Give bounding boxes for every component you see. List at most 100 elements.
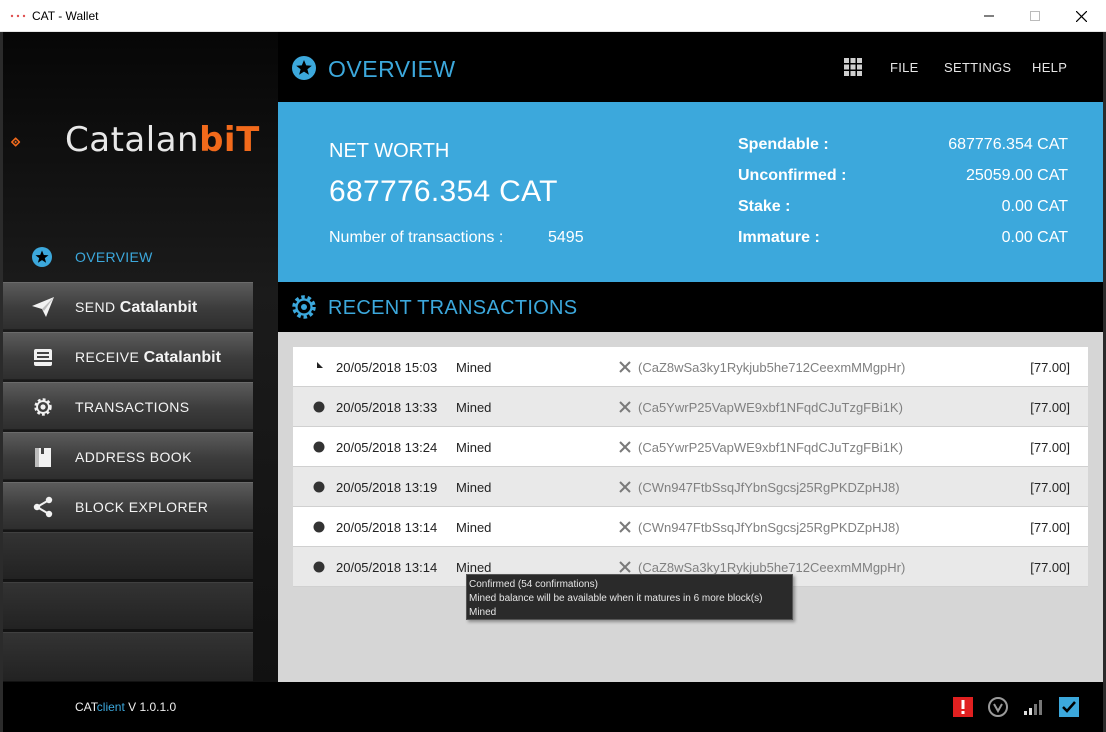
tx-date: 20/05/2018 13:33 xyxy=(336,400,438,415)
tx-date: 20/05/2018 15:03 xyxy=(336,360,438,375)
mined-tools-icon xyxy=(619,401,631,413)
table-row[interactable]: 20/05/2018 13:24 Mined (Ca5YwrP25VapWE9x… xyxy=(293,427,1088,467)
maximize-button[interactable] xyxy=(1012,0,1058,32)
tx-address: (Ca5YwrP25VapWE9xbf1NFqdCJuTzgFBi1K) xyxy=(638,440,903,455)
tx-type: Mined xyxy=(456,400,492,415)
header-bar: OVERVIEW FILE SETTINGS HELP xyxy=(278,32,1103,102)
gear-icon xyxy=(34,398,52,416)
tx-type: Mined xyxy=(456,440,492,455)
spendable-value: 687776.354 CAT xyxy=(948,136,1068,153)
table-row[interactable]: 20/05/2018 13:19 Mined (CWn947FtbSsqJfYb… xyxy=(293,467,1088,507)
pending-status-icon xyxy=(317,362,323,368)
sidebar-item-label: ADDRESS BOOK xyxy=(75,449,192,465)
gear-icon xyxy=(292,295,316,319)
tooltip-line: Mined balance will be available when it … xyxy=(469,593,763,604)
sync-check-icon[interactable] xyxy=(1058,696,1080,718)
recent-transactions-header: RECENT TRANSACTIONS xyxy=(278,282,1103,332)
sidebar-item-label: BLOCK EXPLORER xyxy=(75,499,209,515)
menu-settings[interactable]: SETTINGS xyxy=(944,60,1011,75)
menu-file[interactable]: FILE xyxy=(890,60,919,75)
sidebar-item-block-explorer[interactable]: BLOCK EXPLORER xyxy=(3,482,253,530)
confirmed-status-icon xyxy=(313,401,325,413)
transactions-area: 20/05/2018 15:03 Mined (CaZ8wSa3ky1Rykju… xyxy=(278,332,1103,682)
tx-date: 20/05/2018 13:19 xyxy=(336,480,438,495)
tx-amount: [77.00] xyxy=(1030,360,1070,375)
immature-value: 0.00 CAT xyxy=(1001,229,1068,246)
minimize-button[interactable] xyxy=(966,0,1012,32)
balance-summary-panel: NET WORTH 687776.354 CAT Number of trans… xyxy=(278,102,1103,282)
share-icon xyxy=(33,496,53,518)
app-icon xyxy=(10,14,26,18)
transaction-tooltip: Confirmed (54 confirmations) Mined balan… xyxy=(466,574,793,620)
table-row[interactable]: 20/05/2018 13:33 Mined (Ca5YwrP25VapWE9x… xyxy=(293,387,1088,427)
tx-address: (CaZ8wSa3ky1Rykjub5he712CeexmMMgpHr) xyxy=(638,360,906,375)
sidebar-item-send[interactable]: SEND Catalanbit xyxy=(3,282,253,330)
tx-date: 20/05/2018 13:14 xyxy=(336,520,438,535)
inbox-icon xyxy=(34,349,52,366)
tx-address: (Ca5YwrP25VapWE9xbf1NFqdCJuTzgFBi1K) xyxy=(638,400,903,415)
sidebar-empty-slot xyxy=(3,582,253,630)
spendable-label: Spendable : xyxy=(738,136,829,153)
tx-address: (CWn947FtbSsqJfYbnSgcsj25RgPKDZpHJ8) xyxy=(638,520,900,535)
maximize-icon xyxy=(1030,11,1040,21)
tx-amount: [77.00] xyxy=(1030,480,1070,495)
sidebar-item-address-book[interactable]: ADDRESS BOOK xyxy=(3,432,253,480)
tx-type: Mined xyxy=(456,480,492,495)
net-worth-value: 687776.354 CAT xyxy=(329,175,558,208)
send-icon xyxy=(32,297,54,317)
confirmed-status-icon xyxy=(313,481,325,493)
transaction-count-value: 5495 xyxy=(548,229,584,246)
tx-amount: [77.00] xyxy=(1030,520,1070,535)
sidebar-item-label: TRANSACTIONS xyxy=(75,399,190,415)
window-title: CAT - Wallet xyxy=(32,9,99,23)
transaction-list: 20/05/2018 15:03 Mined (CaZ8wSa3ky1Rykju… xyxy=(293,347,1088,587)
transaction-count-label: Number of transactions : xyxy=(329,229,504,246)
signal-icon[interactable] xyxy=(1021,696,1043,718)
tx-amount: [77.00] xyxy=(1030,440,1070,455)
sidebar-empty-slot xyxy=(3,632,253,682)
mined-tools-icon xyxy=(619,521,631,533)
mined-tools-icon xyxy=(619,481,631,493)
tx-date: 20/05/2018 13:14 xyxy=(336,560,438,575)
immature-label: Immature : xyxy=(738,229,820,246)
tx-date: 20/05/2018 13:24 xyxy=(336,440,438,455)
stake-label: Stake : xyxy=(738,198,791,215)
tx-amount: [77.00] xyxy=(1030,560,1070,575)
tx-amount: [77.00] xyxy=(1030,400,1070,415)
unconfirmed-value: 25059.00 CAT xyxy=(966,167,1068,184)
mined-tools-icon xyxy=(619,361,631,373)
unconfirmed-label: Unconfirmed : xyxy=(738,167,847,184)
tx-type: Mined xyxy=(456,520,492,535)
tx-address: (CaZ8wSa3ky1Rykjub5he712CeexmMMgpHr) xyxy=(638,560,906,575)
table-row[interactable]: 20/05/2018 13:14 Mined (CWn947FtbSsqJfYb… xyxy=(293,507,1088,547)
table-row[interactable]: 20/05/2018 15:03 Mined (CaZ8wSa3ky1Rykju… xyxy=(293,347,1088,387)
confirmed-status-icon xyxy=(313,561,325,573)
tooltip-line: Mined xyxy=(469,607,497,618)
tx-type: Mined xyxy=(456,360,492,375)
close-icon xyxy=(1075,10,1087,22)
warning-icon[interactable] xyxy=(952,696,974,718)
menu-help[interactable]: HELP xyxy=(1032,60,1067,75)
confirmed-status-icon xyxy=(313,521,325,533)
tooltip-line: Confirmed (54 confirmations) xyxy=(469,579,598,590)
book-icon xyxy=(35,448,51,467)
section-title: RECENT TRANSACTIONS xyxy=(328,297,578,319)
stake-value: 0.00 CAT xyxy=(1001,198,1068,215)
sidebar-empty-slot xyxy=(3,532,253,580)
status-bar: CATclient V 1.0.1.0 xyxy=(3,682,1103,732)
sidebar-item-overview[interactable]: OVERVIEW xyxy=(3,232,253,282)
star-circle-icon xyxy=(292,56,316,80)
net-worth-label: NET WORTH xyxy=(329,140,450,162)
sidebar-item-label: RECEIVE Catalanbit xyxy=(75,349,221,366)
minimize-icon xyxy=(984,15,994,17)
sidebar-item-label: SEND Catalanbit xyxy=(75,299,198,316)
confirmed-status-icon xyxy=(313,441,325,453)
mined-tools-icon xyxy=(619,441,631,453)
close-button[interactable] xyxy=(1058,0,1104,32)
mined-tools-icon xyxy=(619,561,631,573)
staking-icon[interactable] xyxy=(987,696,1009,718)
grid-icon[interactable] xyxy=(844,58,862,76)
sidebar-item-receive[interactable]: RECEIVE Catalanbit xyxy=(3,332,253,380)
sidebar-item-transactions[interactable]: TRANSACTIONS xyxy=(3,382,253,430)
catalanbit-logo-icon xyxy=(11,137,21,147)
